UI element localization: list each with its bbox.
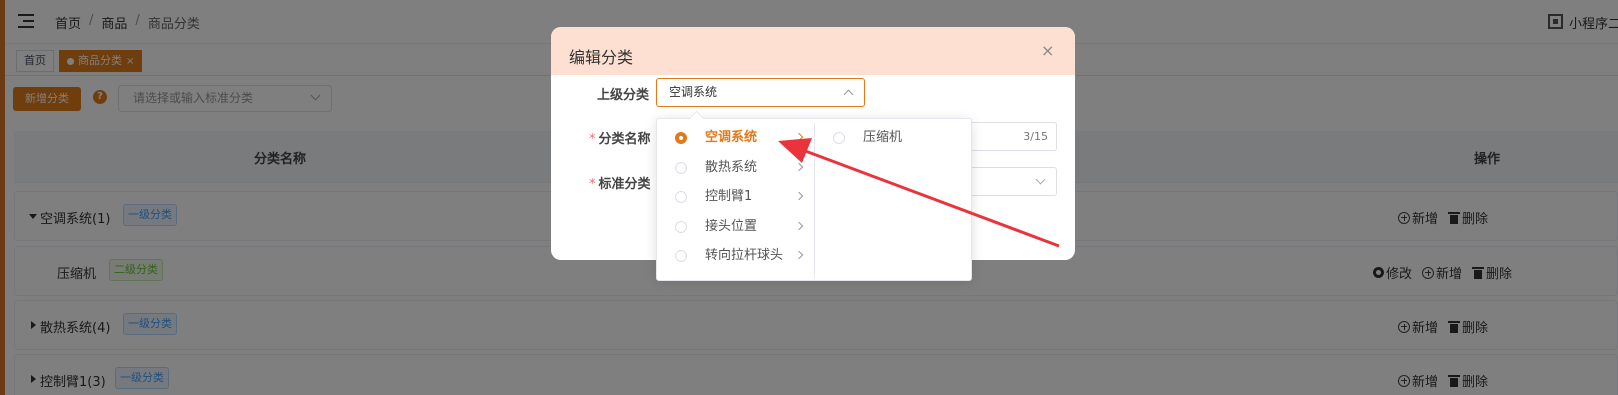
cascader-menu-level1: 空调系统 散热系统 控制臂1 接头位置 转向拉杆球头 <box>657 123 815 278</box>
dialog-title: 编辑分类 <box>569 48 634 67</box>
option-label: 散热系统 <box>705 159 758 175</box>
category-name-label: * 分类名称 <box>589 128 651 147</box>
chevron-right-icon <box>794 162 804 171</box>
required-mark: * <box>589 177 596 192</box>
parent-category-label: 上级分类 <box>597 88 650 103</box>
cascader-option[interactable]: 控制臂1 <box>657 182 814 212</box>
cascader-option[interactable]: 空调系统 <box>657 123 814 153</box>
radio-icon[interactable] <box>675 132 687 144</box>
cascader-option[interactable]: 转向拉杆球头 <box>657 241 814 271</box>
radio-icon[interactable] <box>675 161 687 174</box>
cascader-menu-level2: 压缩机 <box>815 123 971 278</box>
chevron-right-icon <box>794 191 804 201</box>
chevron-down-icon <box>1035 174 1046 185</box>
chevron-right-icon <box>794 251 804 260</box>
option-label: 接头位置 <box>705 218 758 234</box>
radio-icon[interactable] <box>675 250 687 263</box>
parent-category-cascader[interactable]: 空调系统 <box>656 78 865 107</box>
chevron-right-icon <box>794 132 804 142</box>
option-label: 空调系统 <box>705 130 758 145</box>
standard-category-label: * 标准分类 <box>589 173 651 192</box>
radio-icon[interactable] <box>833 132 845 144</box>
required-mark: * <box>589 132 596 147</box>
cascader-option[interactable]: 散热系统 <box>657 153 814 183</box>
cascader-option[interactable]: 压缩机 <box>815 123 971 153</box>
parent-category-value: 空调系统 <box>669 85 718 99</box>
cascader-option[interactable]: 接头位置 <box>657 212 814 242</box>
radio-icon[interactable] <box>675 191 687 204</box>
option-label: 压缩机 <box>863 130 903 145</box>
chevron-right-icon <box>794 221 804 231</box>
close-icon[interactable]: × <box>1041 41 1054 60</box>
option-label: 控制臂1 <box>705 189 753 205</box>
option-label: 转向拉杆球头 <box>705 248 784 264</box>
char-counter: 3/15 <box>1023 130 1048 143</box>
radio-icon[interactable] <box>675 220 687 233</box>
chevron-up-icon <box>843 89 854 100</box>
category-name-label-text: 分类名称 <box>598 132 651 147</box>
standard-category-label-text: 标准分类 <box>598 177 651 192</box>
dialog-header: 编辑分类 × <box>551 27 1075 75</box>
cascader-dropdown: 空调系统 散热系统 控制臂1 接头位置 转向拉杆球头 压缩机 <box>656 118 972 281</box>
